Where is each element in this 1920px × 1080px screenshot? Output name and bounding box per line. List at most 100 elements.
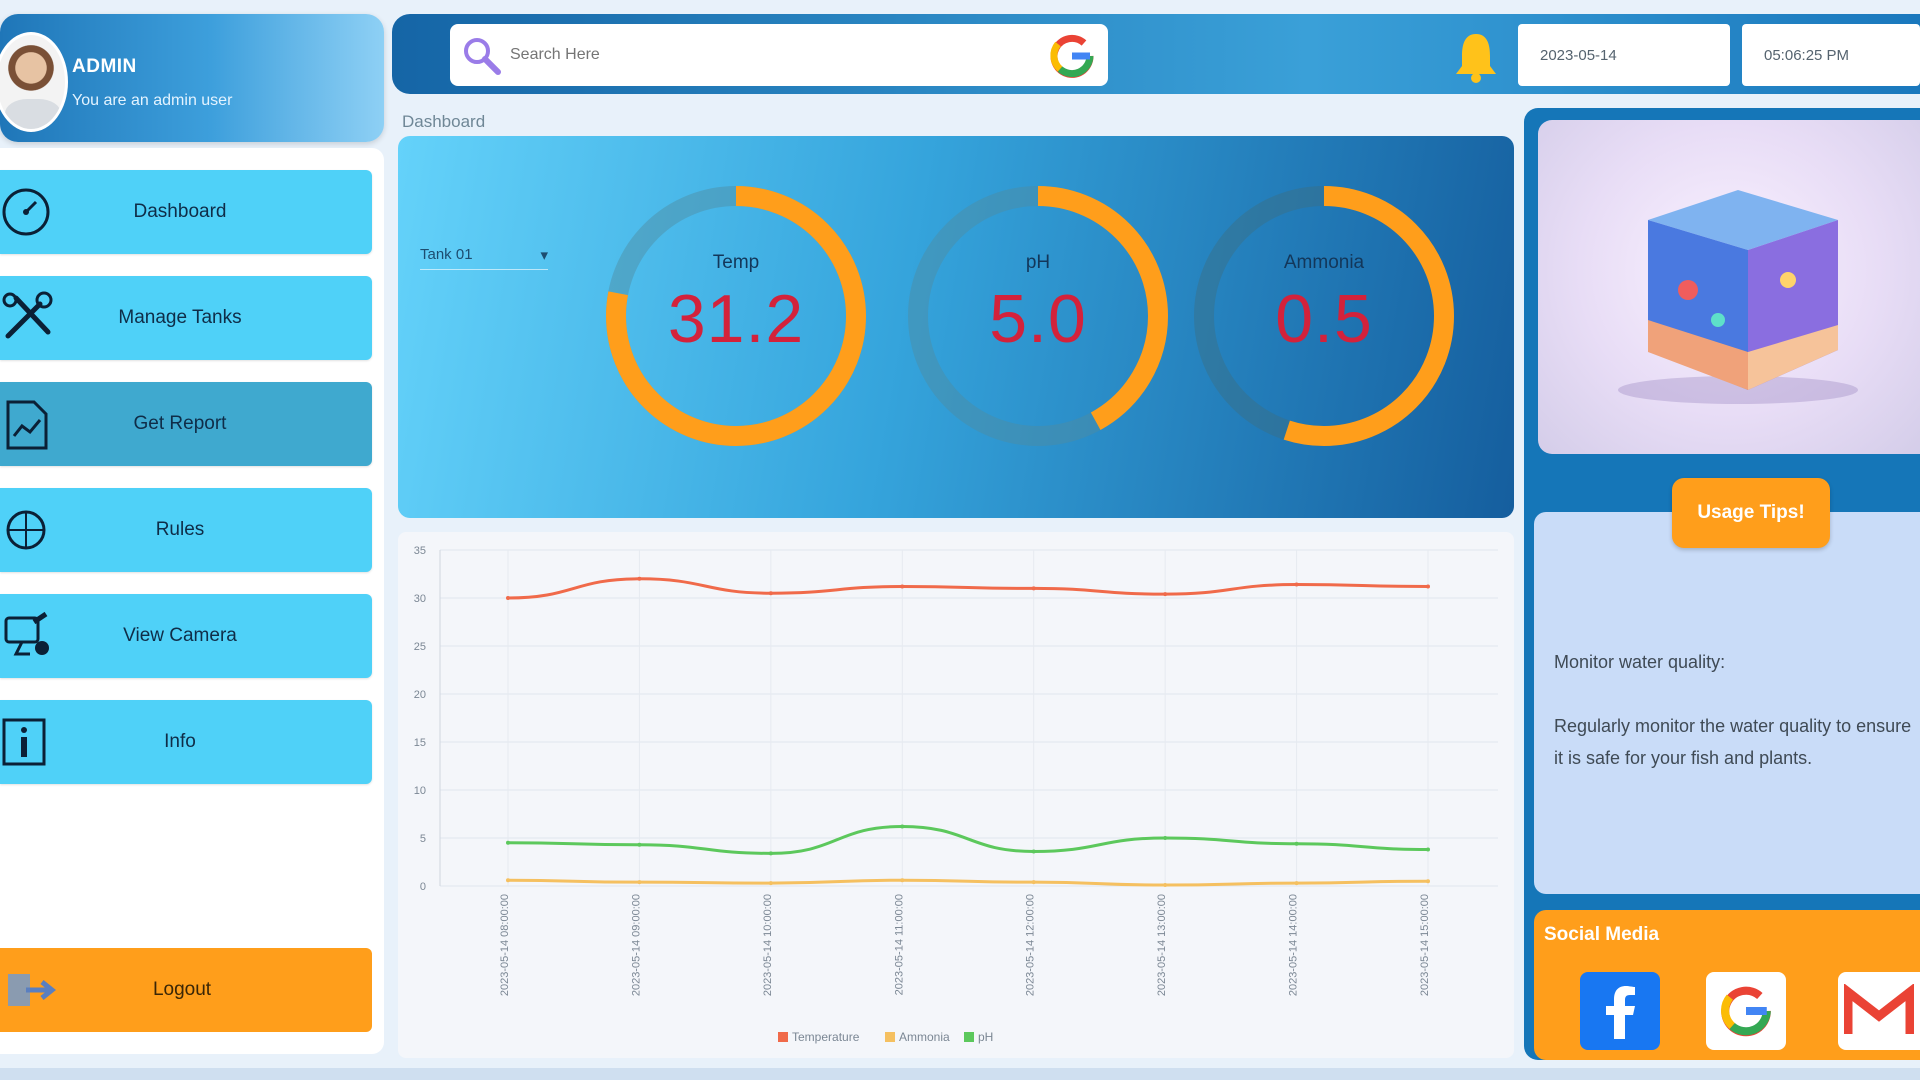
data-point xyxy=(1163,592,1168,597)
gauge-label: pH xyxy=(1025,252,1051,273)
data-point xyxy=(637,880,642,885)
search-input[interactable] xyxy=(510,46,990,64)
search-icon[interactable] xyxy=(460,34,504,83)
google-icon[interactable] xyxy=(1706,972,1786,1050)
sidebar-item-get-report[interactable]: Get Report xyxy=(0,382,372,466)
x-tick-label: 2023-05-14 11:00:00 xyxy=(893,894,905,995)
sidebar-item-info[interactable]: Info xyxy=(0,700,372,784)
x-tick-label: 2023-05-14 15:00:00 xyxy=(1419,894,1431,996)
tips-card xyxy=(1534,512,1920,894)
y-tick-label: 30 xyxy=(414,593,426,605)
legend-swatch xyxy=(964,1032,974,1042)
avatar[interactable] xyxy=(0,32,68,132)
y-tick-label: 10 xyxy=(414,785,426,797)
status-strip xyxy=(0,1068,1920,1080)
facebook-icon[interactable] xyxy=(1580,972,1660,1050)
data-point xyxy=(900,824,905,829)
ammonia-gauge: Ammonia 0.5 xyxy=(1184,176,1464,456)
logout-label: Logout xyxy=(152,979,212,1000)
dashboard-icon xyxy=(0,180,60,244)
legend-swatch xyxy=(778,1032,788,1042)
legend-label: Ammonia xyxy=(899,1030,950,1044)
aquarium-cube-image xyxy=(1618,190,1858,404)
search-box[interactable] xyxy=(450,24,1108,86)
sidebar-item-label: Dashboard xyxy=(133,201,227,222)
sidebar-item-label: Rules xyxy=(155,519,205,540)
report-icon xyxy=(0,392,60,456)
date-display: 2023-05-14 xyxy=(1518,24,1730,86)
time-display: 05:06:25 PM xyxy=(1742,24,1920,86)
data-point xyxy=(506,840,510,845)
data-point xyxy=(1294,582,1299,587)
info-icon xyxy=(0,710,60,774)
legend-label: pH xyxy=(978,1030,993,1044)
y-tick-label: 0 xyxy=(420,881,426,893)
data-point xyxy=(637,842,642,847)
tips-body: Regularly monitor the water quality to e… xyxy=(1554,716,1912,768)
data-point xyxy=(1031,849,1036,854)
data-point xyxy=(1426,847,1430,852)
profile-role: You are an admin user xyxy=(72,92,233,109)
x-tick-label: 2023-05-14 13:00:00 xyxy=(1156,894,1168,996)
x-tick-label: 2023-05-14 14:00:00 xyxy=(1288,894,1300,996)
data-point xyxy=(900,584,905,589)
data-point xyxy=(1031,586,1036,591)
chart-card: 0 5 10 15 20 25 30 35 2023-05-14 08:00:00 2023-05… xyxy=(398,532,1514,1058)
data-point xyxy=(1031,880,1036,885)
sidebar-item-label: Info xyxy=(164,731,196,752)
data-point xyxy=(1163,836,1168,840)
sidebar-item-label: View Camera xyxy=(123,625,237,646)
google-search-icon[interactable] xyxy=(1046,30,1098,87)
chevron-down-icon: ▾ xyxy=(540,246,548,264)
ph-gauge: pH 5.0 xyxy=(898,176,1178,456)
y-tick-label: 15 xyxy=(414,737,426,749)
gauge-value: 31.2 xyxy=(667,281,805,357)
legend-swatch xyxy=(885,1032,895,1042)
data-point xyxy=(506,596,510,600)
y-tick-label: 5 xyxy=(420,833,426,845)
rules-icon xyxy=(0,498,60,562)
sidebar-item-label: Get Report xyxy=(133,413,227,434)
series-line-ammonia xyxy=(507,878,1429,887)
x-tick-label: 2023-05-14 09:00:00 xyxy=(630,894,642,996)
gauge-value: 5.0 xyxy=(989,281,1087,357)
series-line-temperature xyxy=(507,577,1429,600)
social-title: Social Media xyxy=(1544,924,1660,945)
tank-select-value: Tank 01 xyxy=(420,246,473,263)
y-tick-label: 35 xyxy=(414,545,426,557)
profile-card: ADMIN You are an admin user xyxy=(0,14,384,142)
x-tick-label: 2023-05-14 08:00:00 xyxy=(499,894,511,996)
legend-label: Temperature xyxy=(792,1030,860,1044)
data-point xyxy=(900,878,905,883)
logout-button[interactable]: Logout xyxy=(0,948,372,1032)
data-point xyxy=(506,878,510,883)
x-tick-label: 2023-05-14 10:00:00 xyxy=(762,894,774,996)
data-point xyxy=(1294,841,1299,846)
gauge-label: Ammonia xyxy=(1283,252,1365,273)
breadcrumb: Dashboard xyxy=(402,112,486,131)
sidebar-item-view-camera[interactable]: View Camera xyxy=(0,594,372,678)
data-point xyxy=(1426,584,1430,589)
sidebar-item-label: Manage Tanks xyxy=(118,307,242,328)
sidebar-item-rules[interactable]: Rules xyxy=(0,488,372,572)
line-chart: 0 5 10 15 20 25 30 35 2023-05-14 08:00:00 2023-05… xyxy=(414,545,1498,1044)
data-point xyxy=(768,851,773,856)
sidebar-item-manage-tanks[interactable]: Manage Tanks xyxy=(0,276,372,360)
gmail-icon[interactable] xyxy=(1838,972,1920,1050)
notification-bell-icon[interactable] xyxy=(1452,30,1500,89)
tools-icon xyxy=(0,286,60,350)
usage-tips-button[interactable]: Usage Tips! xyxy=(1672,478,1830,548)
profile-name: ADMIN xyxy=(72,56,137,77)
camera-icon xyxy=(0,604,60,668)
aquarium-illustration xyxy=(1538,120,1920,454)
tips-title: Monitor water quality: xyxy=(1554,652,1726,672)
series-line-ph xyxy=(507,824,1429,855)
data-point xyxy=(637,576,642,581)
sidebar-item-dashboard[interactable]: Dashboard xyxy=(0,170,372,254)
data-point xyxy=(768,591,773,596)
x-tick-label: 2023-05-14 12:00:00 xyxy=(1025,894,1037,996)
data-point xyxy=(1294,881,1299,886)
y-tick-label: 20 xyxy=(414,689,426,701)
tank-select[interactable]: Tank 01 ▾ xyxy=(420,240,548,270)
gauge-value: 0.5 xyxy=(1275,281,1373,357)
